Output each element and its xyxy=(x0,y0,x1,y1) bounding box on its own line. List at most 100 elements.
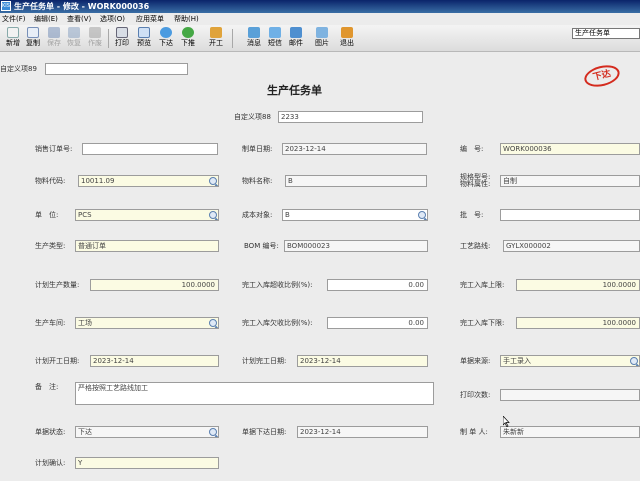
message-button[interactable]: 消息 xyxy=(243,27,265,51)
print-count-field[interactable] xyxy=(500,389,640,401)
doc-no-field[interactable]: WORK000036 xyxy=(500,143,640,155)
copy-button-label: 复制 xyxy=(26,39,40,47)
custom88-field[interactable]: 2233 xyxy=(278,111,423,123)
exit-button-label: 退出 xyxy=(340,39,354,47)
start-work-button-label: 开工 xyxy=(209,39,223,47)
lookup-icon[interactable] xyxy=(418,211,426,219)
production-type-field[interactable]: 普通订单 xyxy=(75,240,219,252)
menu-edit[interactable]: 编辑(E) xyxy=(34,14,58,24)
new-button[interactable]: 新增 xyxy=(2,27,24,51)
spec-field[interactable]: 自制 xyxy=(500,175,640,187)
remark-field[interactable]: 严格按照工艺路线加工 xyxy=(75,382,434,405)
print-count-label: 打印次数: xyxy=(460,391,491,399)
routing-field[interactable]: GYLX000002 xyxy=(503,240,640,252)
title-bar: KIS 生产任务单 - 修改 - WORK000036 xyxy=(0,0,640,13)
toolbar: 新增 复制 保存 恢复 作废 打印 预览 下达 下推 开工 消息 短信 邮件 图… xyxy=(0,25,640,52)
material-code-label: 物料代码: xyxy=(35,177,66,185)
lookup-icon[interactable] xyxy=(209,211,217,219)
sales-order-no-label: 销售订单号: xyxy=(35,145,73,153)
custom89-label: 自定义项89 xyxy=(0,65,37,73)
receipt-lower-field[interactable]: 100.0000 xyxy=(516,317,640,329)
over-receipt-ratio-label: 完工入库超收比例(%): xyxy=(242,281,313,289)
issue-date-field[interactable]: 2023-12-14 xyxy=(297,426,428,438)
menu-bar: 文件(F) 编辑(E) 查看(V) 选项(O) 应用菜单 帮助(H) xyxy=(0,13,640,25)
preview-button[interactable]: 预览 xyxy=(133,27,155,51)
unit-value: PCS xyxy=(78,211,92,219)
planned-start-label: 计划开工日期: xyxy=(35,357,80,365)
unit-field[interactable]: PCS xyxy=(75,209,219,221)
receipt-upper-label: 完工入库上限: xyxy=(460,281,505,289)
under-receipt-ratio-field[interactable]: 0.00 xyxy=(327,317,428,329)
toolbar-separator xyxy=(232,29,233,48)
under-receipt-ratio-label: 完工入库欠收比例(%): xyxy=(242,319,313,327)
mouse-cursor-icon xyxy=(503,416,510,427)
workshop-field[interactable]: 工场 xyxy=(75,317,219,329)
material-code-field[interactable]: 10011.09 xyxy=(78,175,219,187)
menu-view[interactable]: 查看(V) xyxy=(67,14,91,24)
copy-button[interactable]: 复制 xyxy=(22,27,44,51)
plan-confirm-field[interactable]: Y xyxy=(75,457,219,469)
lookup-icon[interactable] xyxy=(209,428,217,436)
routing-label: 工艺路线: xyxy=(460,242,491,250)
material-code-value: 10011.09 xyxy=(81,177,115,185)
sms-button-label: 短信 xyxy=(268,39,282,47)
push-down-button-label: 下推 xyxy=(181,39,195,47)
app-icon: KIS xyxy=(1,1,11,11)
preview-button-label: 预览 xyxy=(137,39,151,47)
exit-button[interactable]: 退出 xyxy=(336,27,358,51)
production-type-label: 生产类型: xyxy=(35,242,66,250)
doc-status-field[interactable]: 下达 xyxy=(75,426,219,438)
planned-finish-field[interactable]: 2023-12-14 xyxy=(297,355,428,367)
make-date-label: 制单日期: xyxy=(242,145,273,153)
menu-file[interactable]: 文件(F) xyxy=(2,14,26,24)
menu-help[interactable]: 帮助(H) xyxy=(174,14,199,24)
push-down-button[interactable]: 下推 xyxy=(177,27,199,51)
remark-label: 备 注: xyxy=(35,383,59,391)
issue-button[interactable]: 下达 xyxy=(155,27,177,51)
sales-order-no-field[interactable] xyxy=(82,143,218,155)
cost-object-value: B xyxy=(285,211,290,219)
mail-button[interactable]: 邮件 xyxy=(285,27,307,51)
save-button[interactable]: 保存 xyxy=(43,27,65,51)
void-button[interactable]: 作废 xyxy=(84,27,106,51)
lookup-icon[interactable] xyxy=(630,357,638,365)
planned-start-field[interactable]: 2023-12-14 xyxy=(90,355,219,367)
toolbar-search-input[interactable]: 生产任务单 xyxy=(572,28,640,39)
over-receipt-ratio-field[interactable]: 0.00 xyxy=(327,279,428,291)
batch-no-label: 批 号: xyxy=(460,211,484,219)
restore-button[interactable]: 恢复 xyxy=(63,27,85,51)
receipt-upper-field[interactable]: 100.0000 xyxy=(516,279,640,291)
window-title: 生产任务单 - 修改 - WORK000036 xyxy=(14,2,150,11)
bom-no-field[interactable]: BOM000023 xyxy=(284,240,428,252)
custom89-field[interactable] xyxy=(45,63,188,75)
message-button-label: 消息 xyxy=(247,39,261,47)
unit-label: 单 位: xyxy=(35,211,59,219)
material-attr-label: 物料属性: xyxy=(460,180,491,188)
sms-button[interactable]: 短信 xyxy=(264,27,286,51)
start-work-button[interactable]: 开工 xyxy=(205,27,227,51)
make-date-field[interactable]: 2023-12-14 xyxy=(282,143,427,155)
print-button-label: 打印 xyxy=(115,39,129,47)
menu-app[interactable]: 应用菜单 xyxy=(136,14,164,24)
planned-qty-field[interactable]: 100.0000 xyxy=(90,279,219,291)
lookup-icon[interactable] xyxy=(209,177,217,185)
production-task-form: 自定义项89 生产任务单 下达 自定义项88 2233 销售订单号: 制单日期:… xyxy=(0,53,640,481)
print-button[interactable]: 打印 xyxy=(111,27,133,51)
workshop-value: 工场 xyxy=(78,319,92,327)
material-name-field[interactable]: B xyxy=(285,175,427,187)
form-title: 生产任务单 xyxy=(267,84,322,97)
batch-no-field[interactable] xyxy=(500,209,640,221)
menu-options[interactable]: 选项(O) xyxy=(100,14,125,24)
issue-button-label: 下达 xyxy=(159,39,173,47)
receipt-lower-label: 完工入库下限: xyxy=(460,319,505,327)
maker-label: 制 单 人: xyxy=(460,428,488,436)
cost-object-field[interactable]: B xyxy=(282,209,428,221)
maker-field[interactable]: 朱新新 xyxy=(500,426,640,438)
planned-finish-label: 计划完工日期: xyxy=(242,357,287,365)
doc-source-field[interactable]: 手工录入 xyxy=(500,355,640,367)
lookup-icon[interactable] xyxy=(209,319,217,327)
picture-button[interactable]: 图片 xyxy=(311,27,333,51)
cost-object-label: 成本对象: xyxy=(242,211,273,219)
picture-button-label: 图片 xyxy=(315,39,329,47)
doc-source-label: 单据来源: xyxy=(460,357,491,365)
